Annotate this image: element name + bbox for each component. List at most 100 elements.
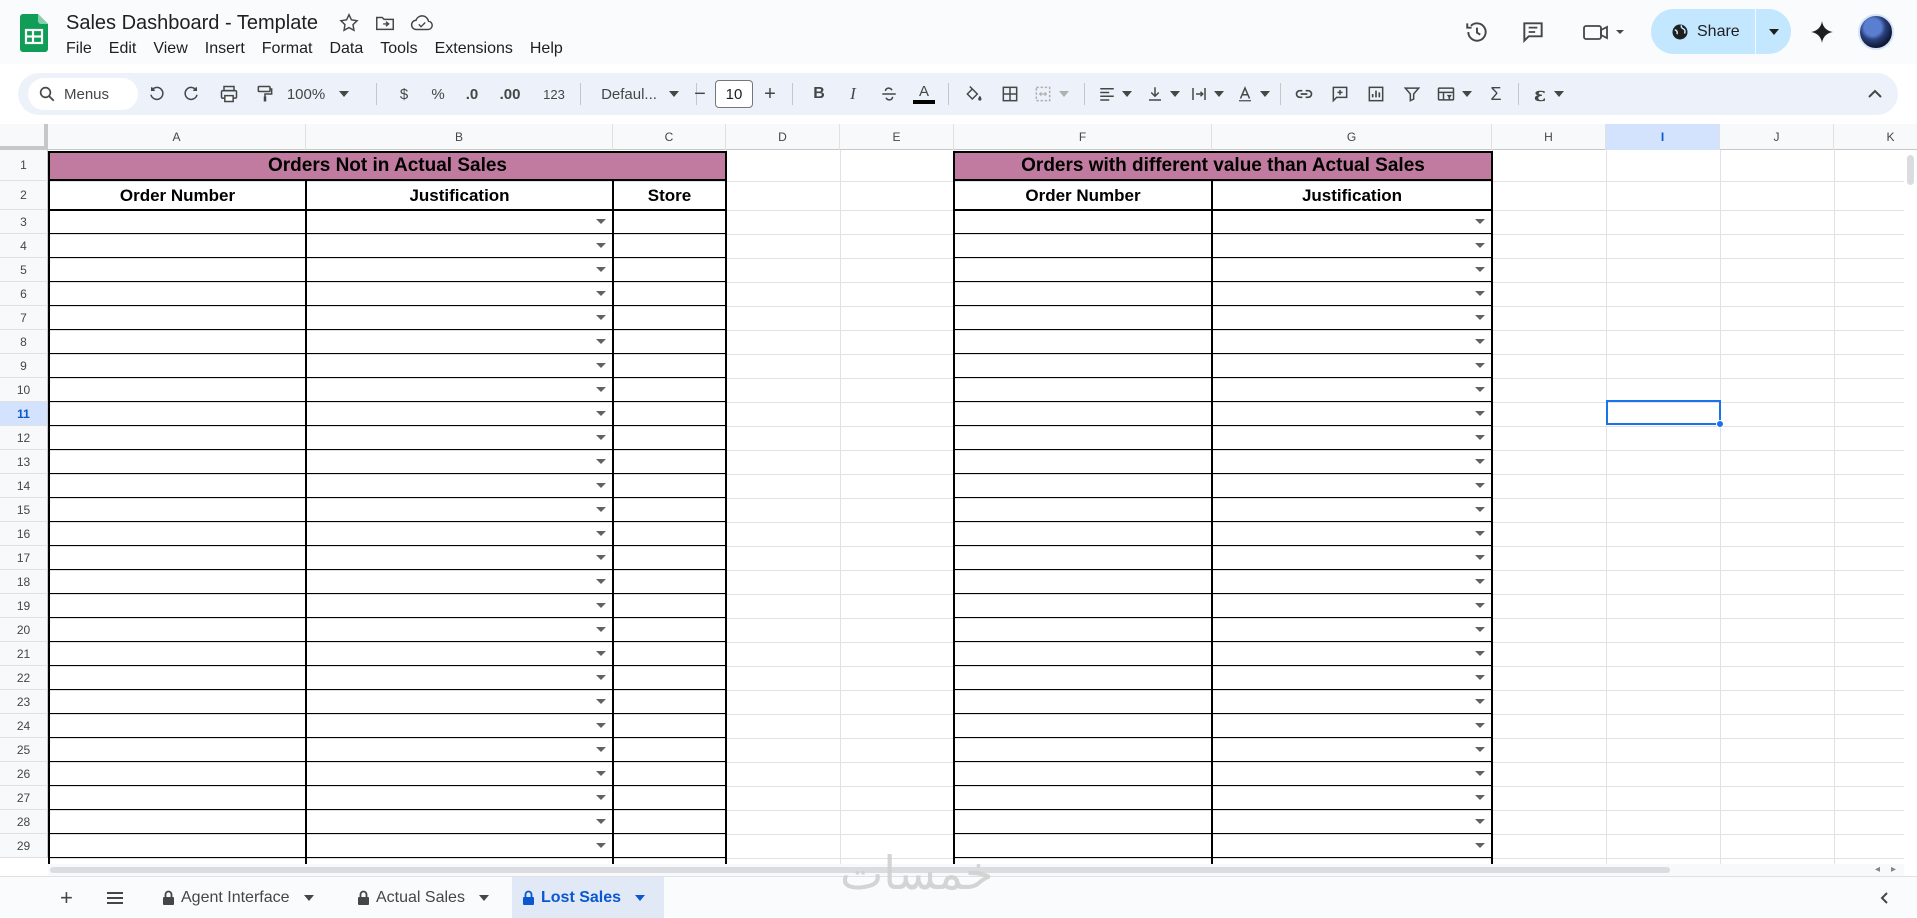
row-header-12[interactable]: 12 <box>0 426 48 450</box>
row-header-2[interactable]: 2 <box>0 181 48 210</box>
row-header-13[interactable]: 13 <box>0 450 48 474</box>
right-header-order-number[interactable]: Order Number <box>954 181 1212 210</box>
column-header-k[interactable]: K <box>1834 124 1917 150</box>
value-justification-dropdown-icon[interactable] <box>1475 699 1485 704</box>
justification-dropdown-icon[interactable] <box>596 531 606 536</box>
value-justification-dropdown-icon[interactable] <box>1475 579 1485 584</box>
justification-dropdown-icon[interactable] <box>596 675 606 680</box>
value-justification-dropdown-icon[interactable] <box>1475 843 1485 848</box>
row-header-25[interactable]: 25 <box>0 738 48 762</box>
row-header-5[interactable]: 5 <box>0 258 48 282</box>
left-header-store[interactable]: Store <box>613 181 726 210</box>
zoom-select[interactable]: 100% <box>286 73 350 115</box>
justification-dropdown-icon[interactable] <box>596 795 606 800</box>
input-tools-icon[interactable]: ɛ <box>1526 73 1572 115</box>
menu-file[interactable]: File <box>66 40 101 58</box>
decrease-font-size-icon[interactable]: − <box>686 73 714 115</box>
row-header-17[interactable]: 17 <box>0 546 48 570</box>
value-justification-dropdown-icon[interactable] <box>1475 819 1485 824</box>
move-folder-icon[interactable] <box>374 12 396 34</box>
menu-data[interactable]: Data <box>329 40 372 58</box>
justification-dropdown-icon[interactable] <box>596 219 606 224</box>
value-justification-dropdown-icon[interactable] <box>1475 363 1485 368</box>
right-table-title[interactable]: Orders with different value than Actual … <box>953 151 1493 181</box>
column-header-b[interactable]: B <box>306 124 613 150</box>
row-header-15[interactable]: 15 <box>0 498 48 522</box>
font-size-input[interactable]: 10 <box>715 80 753 108</box>
justification-dropdown-icon[interactable] <box>596 555 606 560</box>
row-header-7[interactable]: 7 <box>0 306 48 330</box>
row-header-8[interactable]: 8 <box>0 330 48 354</box>
justification-dropdown-icon[interactable] <box>596 723 606 728</box>
row-header-28[interactable]: 28 <box>0 810 48 834</box>
insert-chart-icon[interactable] <box>1360 73 1392 115</box>
fill-handle[interactable] <box>1716 420 1724 428</box>
chevron-down-icon[interactable] <box>635 894 646 901</box>
justification-dropdown-icon[interactable] <box>596 771 606 776</box>
justification-dropdown-icon[interactable] <box>596 651 606 656</box>
value-justification-dropdown-icon[interactable] <box>1475 435 1485 440</box>
justification-dropdown-icon[interactable] <box>596 363 606 368</box>
collapse-sheet-list-icon[interactable] <box>1870 877 1898 918</box>
row-header-16[interactable]: 16 <box>0 522 48 546</box>
redo-icon[interactable] <box>176 73 206 115</box>
column-header-h[interactable]: H <box>1492 124 1606 150</box>
active-cell-i11[interactable] <box>1606 400 1721 425</box>
value-justification-dropdown-icon[interactable] <box>1475 387 1485 392</box>
scroll-left-icon[interactable]: ◂ <box>1875 864 1880 875</box>
justification-dropdown-icon[interactable] <box>596 699 606 704</box>
value-justification-dropdown-icon[interactable] <box>1475 243 1485 248</box>
document-title[interactable]: Sales Dashboard - Template <box>66 12 318 35</box>
menu-format[interactable]: Format <box>262 40 322 58</box>
menu-insert[interactable]: Insert <box>205 40 254 58</box>
row-header-3[interactable]: 3 <box>0 210 48 234</box>
merge-cells-icon[interactable] <box>1028 73 1074 115</box>
text-wrapping-icon[interactable] <box>1186 73 1228 115</box>
row-header-29[interactable]: 29 <box>0 834 48 858</box>
justification-dropdown-icon[interactable] <box>596 291 606 296</box>
row-header-26[interactable]: 26 <box>0 762 48 786</box>
scroll-right-icon[interactable]: ▸ <box>1891 864 1896 875</box>
value-justification-dropdown-icon[interactable] <box>1475 483 1485 488</box>
sheet-tab-actual-sales[interactable]: Actual Sales <box>347 877 499 918</box>
justification-dropdown-icon[interactable] <box>596 507 606 512</box>
value-justification-dropdown-icon[interactable] <box>1475 315 1485 320</box>
value-justification-dropdown-icon[interactable] <box>1475 459 1485 464</box>
collapse-toolbar-icon[interactable] <box>1860 73 1890 115</box>
vertical-scroll-thumb[interactable] <box>1907 155 1914 185</box>
justification-dropdown-icon[interactable] <box>596 459 606 464</box>
vertical-align-icon[interactable] <box>1142 73 1184 115</box>
print-icon[interactable] <box>214 73 244 115</box>
gemini-icon[interactable] <box>1802 12 1842 52</box>
share-button[interactable]: Share <box>1651 9 1791 54</box>
decrease-decimal-button[interactable]: .0 <box>456 73 488 115</box>
value-justification-dropdown-icon[interactable] <box>1475 267 1485 272</box>
value-justification-dropdown-icon[interactable] <box>1475 291 1485 296</box>
increase-decimal-button[interactable]: .00 <box>492 73 528 115</box>
search-menus-input[interactable]: Menus <box>28 78 138 110</box>
number-format-button[interactable]: 123 <box>536 73 572 115</box>
value-justification-dropdown-icon[interactable] <box>1475 771 1485 776</box>
sheet-tab-agent-interface[interactable]: Agent Interface <box>152 877 324 918</box>
row-header-18[interactable]: 18 <box>0 570 48 594</box>
chevron-down-icon[interactable] <box>478 894 489 901</box>
borders-icon[interactable] <box>994 73 1026 115</box>
row-header-22[interactable]: 22 <box>0 666 48 690</box>
select-all-corner[interactable] <box>0 124 48 150</box>
vertical-scrollbar[interactable] <box>1904 150 1916 864</box>
functions-icon[interactable]: Σ <box>1480 73 1512 115</box>
row-header-27[interactable]: 27 <box>0 786 48 810</box>
value-justification-dropdown-icon[interactable] <box>1475 747 1485 752</box>
row-header-23[interactable]: 23 <box>0 690 48 714</box>
justification-dropdown-icon[interactable] <box>596 339 606 344</box>
percent-format-button[interactable]: % <box>424 73 452 115</box>
add-sheet-icon[interactable]: + <box>50 877 83 918</box>
row-header-11[interactable]: 11 <box>0 402 48 426</box>
sheets-logo-icon[interactable] <box>20 14 48 52</box>
left-header-order-number[interactable]: Order Number <box>49 181 306 210</box>
row-header-21[interactable]: 21 <box>0 642 48 666</box>
justification-dropdown-icon[interactable] <box>596 747 606 752</box>
justification-dropdown-icon[interactable] <box>596 411 606 416</box>
column-header-g[interactable]: G <box>1212 124 1492 150</box>
text-color-button[interactable]: A <box>908 73 940 115</box>
